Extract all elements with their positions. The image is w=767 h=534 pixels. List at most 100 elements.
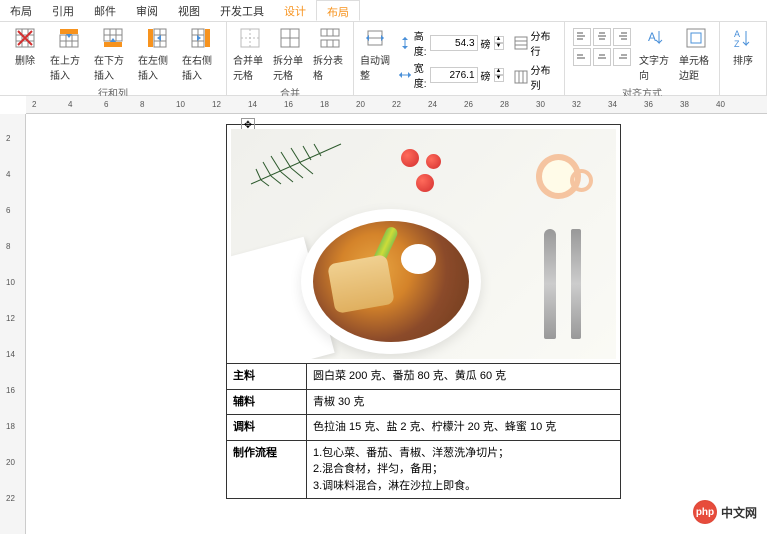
process-label[interactable]: 制作流程	[227, 440, 307, 499]
insert-below-button[interactable]: 在下方插入	[92, 24, 134, 84]
insert-above-icon	[57, 26, 81, 50]
workspace: 2 4 6 8 10 12 14 16 18 20 22 ✥	[0, 114, 767, 534]
process-step-3: 3.调味料混合，淋在沙拉上即食。	[313, 478, 614, 495]
text-direction-button[interactable]: A 文字方向	[637, 24, 675, 84]
ribbon-group-data: AZ 排序	[720, 22, 767, 95]
merge-cells-icon	[238, 26, 262, 50]
align-top-right[interactable]	[613, 28, 631, 46]
insert-left-button[interactable]: 在左侧插入	[136, 24, 178, 84]
tab-review[interactable]: 审阅	[126, 0, 168, 21]
svg-text:A: A	[734, 29, 740, 39]
tomato-decoration	[416, 174, 434, 192]
table-row[interactable]: 调料 色拉油 15 克、盐 2 克、柠檬汁 20 克、蜂蜜 10 克	[227, 415, 621, 441]
width-spinner: ▲ ▼	[494, 68, 504, 82]
height-down-button[interactable]: ▼	[494, 43, 504, 50]
main-ingredients-label[interactable]: 主料	[227, 364, 307, 390]
align-top-left[interactable]	[573, 28, 591, 46]
ribbon-tabs: 布局 引用 邮件 审阅 视图 开发工具 设计 布局	[0, 0, 767, 22]
insert-right-icon	[189, 26, 213, 50]
sort-button[interactable]: AZ 排序	[724, 24, 762, 69]
tab-mail[interactable]: 邮件	[84, 0, 126, 21]
width-icon	[399, 69, 411, 81]
ruler-horizontal[interactable]: 2 4 6 8 10 12 14 16 18 20 22 24 26 28 30…	[26, 96, 767, 114]
height-unit: 磅	[481, 36, 491, 51]
merge-cells-button[interactable]: 合并单元格	[231, 24, 269, 84]
delete-table-icon	[13, 26, 37, 50]
insert-right-button[interactable]: 在右侧插入	[180, 24, 222, 84]
split-cells-button[interactable]: 拆分单元格	[271, 24, 309, 84]
distribute-cols-button[interactable]: 分布列	[514, 62, 556, 92]
delete-button[interactable]: 删除	[4, 24, 46, 69]
process-step-2: 2.混合食材，拌匀，备用；	[313, 461, 614, 478]
tab-references[interactable]: 引用	[42, 0, 84, 21]
autofit-label: 自动调整	[360, 52, 391, 82]
width-input[interactable]	[430, 67, 478, 83]
merge-cells-label: 合并单元格	[233, 52, 267, 82]
width-up-button[interactable]: ▲	[494, 68, 504, 75]
ribbon-group-alignment: A 文字方向 单元格边距 对齐方式	[565, 22, 720, 95]
align-mid-left[interactable]	[573, 48, 591, 66]
tab-view[interactable]: 视图	[168, 0, 210, 21]
watermark-logo: php	[693, 500, 717, 524]
table-row[interactable]: 制作流程 1.包心菜、番茄、青椒、洋葱洗净切片； 2.混合食材，拌匀，备用； 3…	[227, 440, 621, 499]
cell-margins-label: 单元格边距	[679, 52, 713, 82]
split-cells-icon	[278, 26, 302, 50]
height-up-button[interactable]: ▲	[494, 36, 504, 43]
delete-label: 删除	[15, 52, 35, 67]
height-input[interactable]	[430, 35, 478, 51]
tab-layout-2[interactable]: 布局	[316, 0, 360, 21]
ribbon-group-rows-cols: 删除 在上方插入 在下方插入 在左侧插入	[0, 22, 227, 95]
tab-design[interactable]: 设计	[274, 0, 316, 21]
insert-left-icon	[145, 26, 169, 50]
width-unit: 磅	[481, 68, 491, 83]
split-table-button[interactable]: 拆分表格	[311, 24, 349, 84]
autofit-icon	[363, 26, 387, 50]
height-spinner: ▲ ▼	[494, 36, 504, 50]
distribute-rows-button[interactable]: 分布行	[514, 28, 556, 58]
tomato-decoration	[426, 154, 441, 169]
fork-decoration	[571, 229, 581, 339]
process-step-1: 1.包心菜、番茄、青椒、洋葱洗净切片；	[313, 445, 614, 462]
tab-layout-1[interactable]: 布局	[0, 0, 42, 21]
width-down-button[interactable]: ▼	[494, 75, 504, 82]
food-image	[231, 129, 616, 359]
watermark: php 中文网	[693, 500, 757, 524]
distribute-rows-icon	[514, 36, 528, 50]
seasoning-value[interactable]: 色拉油 15 克、盐 2 克、柠檬汁 20 克、蜂蜜 10 克	[307, 415, 621, 441]
table-row[interactable]	[227, 125, 621, 364]
width-label: 宽度:	[414, 60, 427, 90]
sub-ingredients-value[interactable]: 青椒 30 克	[307, 389, 621, 415]
cell-margins-button[interactable]: 单元格边距	[677, 24, 715, 84]
insert-right-label: 在右侧插入	[182, 52, 220, 82]
insert-above-button[interactable]: 在上方插入	[48, 24, 90, 84]
autofit-button[interactable]: 自动调整	[358, 24, 393, 84]
text-direction-label: 文字方向	[639, 52, 673, 82]
svg-text:Z: Z	[734, 39, 740, 49]
align-mid-center[interactable]	[593, 48, 611, 66]
page-area[interactable]: ✥	[26, 114, 767, 534]
sort-label: 排序	[733, 52, 753, 67]
distribute-cols-icon	[514, 70, 528, 84]
process-value[interactable]: 1.包心菜、番茄、青椒、洋葱洗净切片； 2.混合食材，拌匀，备用； 3.调味料混…	[307, 440, 621, 499]
insert-above-label: 在上方插入	[50, 52, 88, 82]
align-top-center[interactable]	[593, 28, 611, 46]
image-cell[interactable]	[227, 125, 621, 364]
recipe-table[interactable]: 主料 圆白菜 200 克、番茄 80 克、黄瓜 60 克 辅料 青椒 30 克 …	[226, 124, 621, 499]
sort-icon: AZ	[731, 26, 755, 50]
svg-text:A: A	[648, 30, 656, 44]
distribute-rows-label: 分布行	[531, 28, 556, 58]
sub-ingredients-label[interactable]: 辅料	[227, 389, 307, 415]
ribbon-group-cell-size: 自动调整 高度: 磅 ▲ ▼ 宽度: 磅	[354, 22, 565, 95]
height-label: 高度:	[414, 28, 427, 58]
insert-below-icon	[101, 26, 125, 50]
tab-devtools[interactable]: 开发工具	[210, 0, 274, 21]
seasoning-label[interactable]: 调料	[227, 415, 307, 441]
alignment-grid	[569, 24, 635, 70]
ruler-vertical[interactable]: 2 4 6 8 10 12 14 16 18 20 22	[0, 114, 26, 534]
fern-decoration	[241, 134, 361, 194]
insert-below-label: 在下方插入	[94, 52, 132, 82]
table-row[interactable]: 辅料 青椒 30 克	[227, 389, 621, 415]
align-mid-right[interactable]	[613, 48, 631, 66]
table-row[interactable]: 主料 圆白菜 200 克、番茄 80 克、黄瓜 60 克	[227, 364, 621, 390]
main-ingredients-value[interactable]: 圆白菜 200 克、番茄 80 克、黄瓜 60 克	[307, 364, 621, 390]
